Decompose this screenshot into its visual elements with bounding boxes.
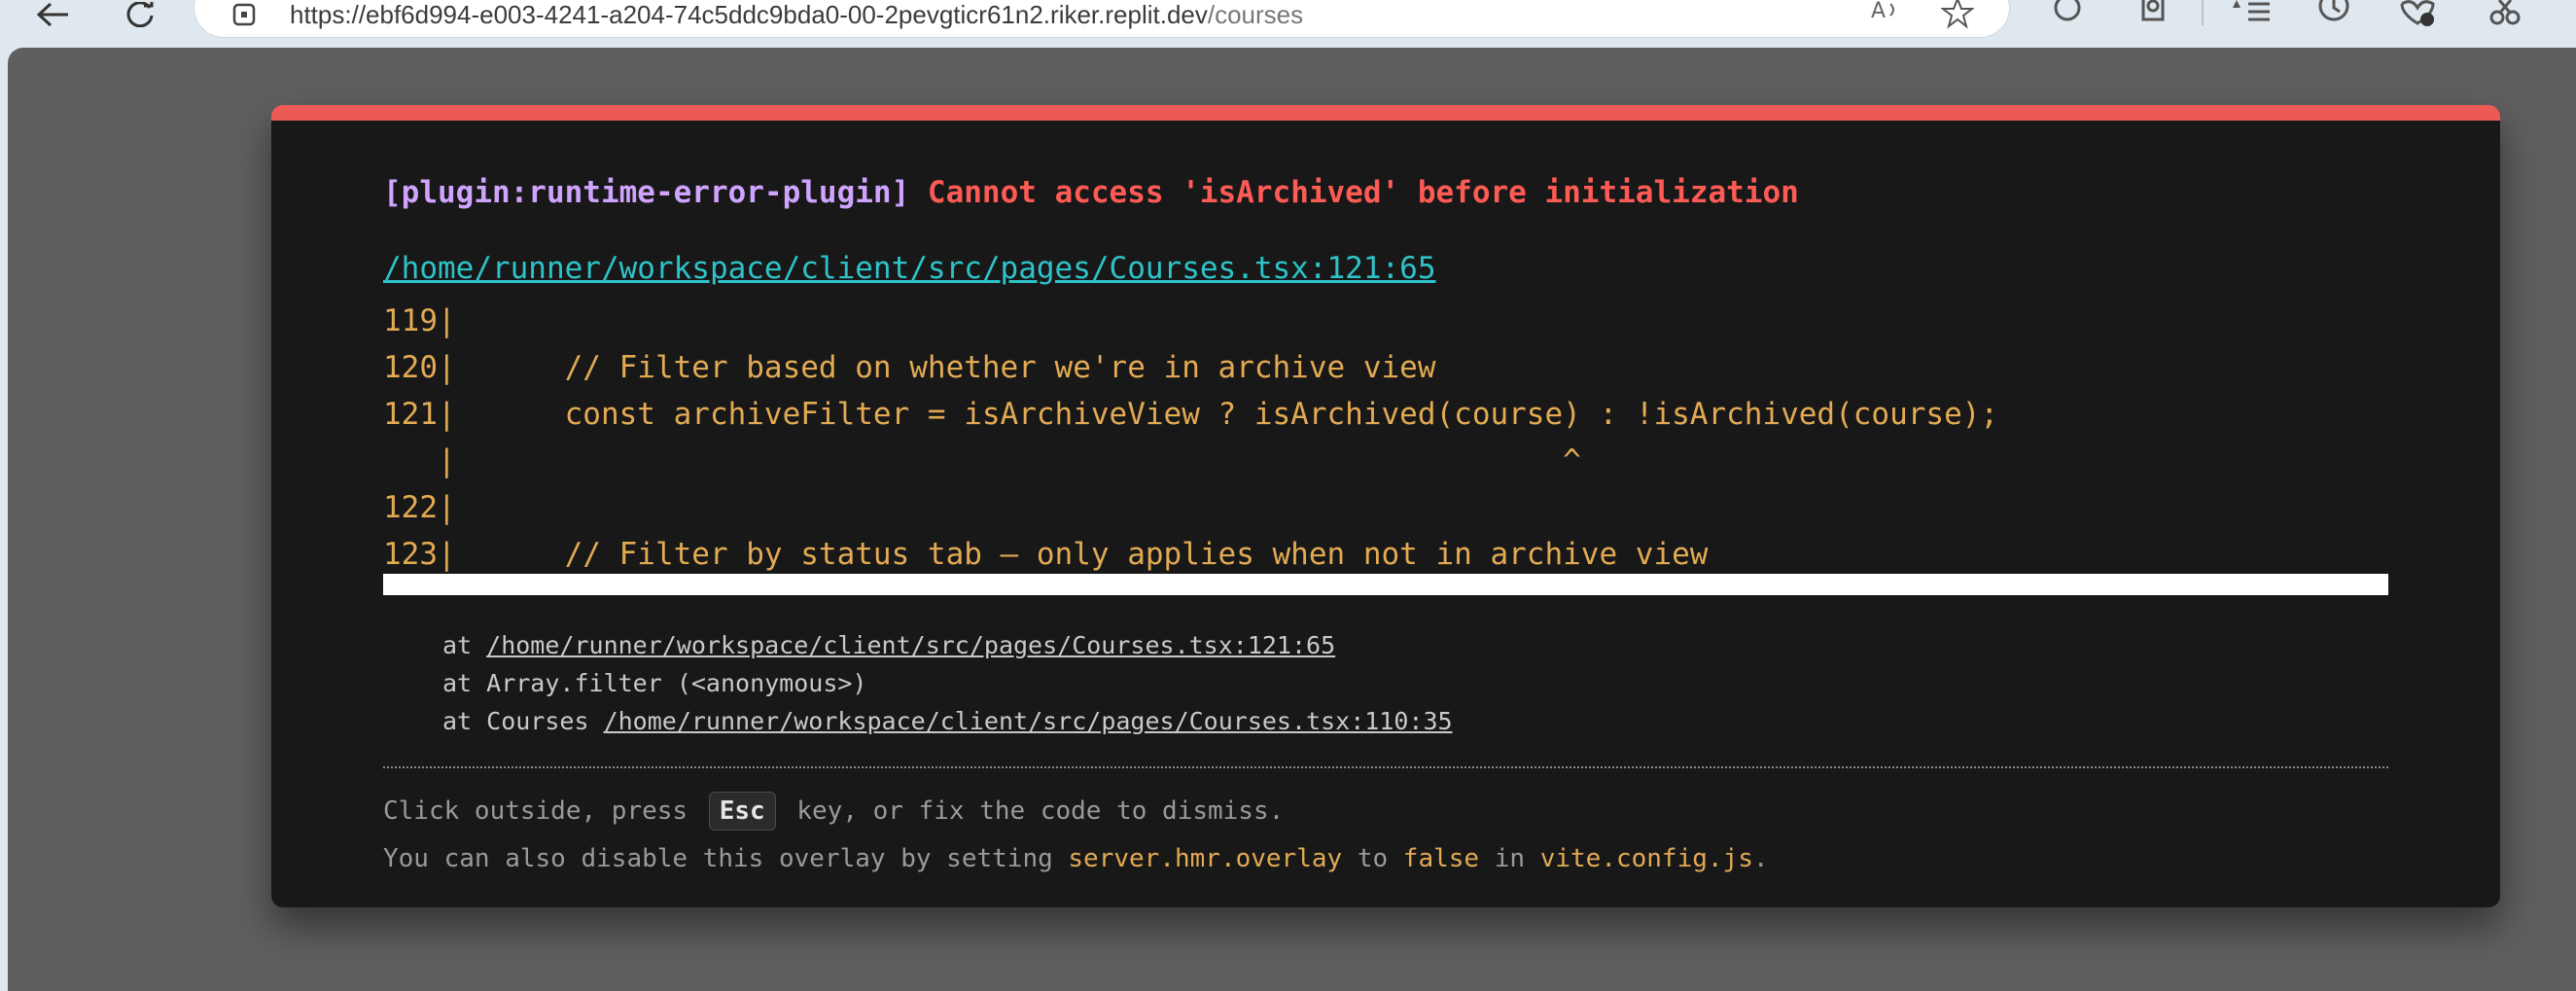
screenshot-icon[interactable]: [2486, 0, 2524, 29]
address-bar[interactable]: https://ebf6d994-e003-4241-a204-74c5ddc9…: [194, 0, 2009, 37]
stack-file-link[interactable]: /home/runner/workspace/client/src/pages/…: [486, 631, 1335, 659]
code-line: 123| // Filter by status tab – only appl…: [383, 537, 1709, 572]
tip-text: Click outside, press: [383, 796, 688, 826]
toolbar-separator: [2202, 0, 2204, 25]
tip-text: to: [1357, 844, 1389, 873]
favorites-list-icon[interactable]: [2233, 0, 2272, 29]
history-icon[interactable]: [2314, 0, 2353, 29]
error-overlay-window: [plugin:runtime-error-plugin] Cannot acc…: [271, 105, 2500, 907]
tip-text: .: [1752, 844, 1769, 873]
code-frame: 119| 120| // Filter based on whether we'…: [383, 298, 1998, 578]
error-message: [plugin:runtime-error-plugin] Cannot acc…: [383, 175, 1799, 210]
url-text[interactable]: https://ebf6d994-e003-4241-a204-74c5ddc9…: [290, 0, 1303, 30]
browser-essentials-icon[interactable]: [2398, 0, 2437, 29]
code-line: | ^: [383, 443, 1581, 478]
site-info-icon[interactable]: [231, 2, 257, 27]
stack-line: at Array.filter (<anonymous>): [442, 664, 1453, 702]
code-line: 120| // Filter based on whether we're in…: [383, 350, 1436, 385]
browser-toolbar: https://ebf6d994-e003-4241-a204-74c5ddc9…: [0, 0, 2576, 47]
dismiss-tip: Click outside, press Esc key, or fix the…: [383, 792, 1284, 831]
svg-text:A: A: [1871, 0, 1886, 23]
stack-line: at /home/runner/workspace/client/src/pag…: [442, 626, 1453, 664]
stack-prefix: at: [442, 631, 487, 659]
stack-line: at Courses /home/runner/workspace/client…: [442, 702, 1453, 740]
config-file: vite.config.js: [1539, 844, 1753, 873]
tip-divider: [383, 766, 2388, 768]
code-frame-scrollbar[interactable]: [383, 574, 2388, 595]
favorite-star-icon[interactable]: [1941, 0, 1974, 29]
read-aloud-icon[interactable]: A: [1867, 0, 1900, 29]
back-arrow-icon[interactable]: [33, 0, 72, 29]
code-line: 121| const archiveFilter = isArchiveView…: [383, 397, 1999, 432]
stack-prefix: at Array.filter (<anonymous>): [442, 669, 867, 697]
url-base: https://ebf6d994-e003-4241-a204-74c5ddc9…: [290, 0, 1208, 29]
tip-text: key, or fix the code to dismiss.: [796, 796, 1285, 826]
error-text: Cannot access 'isArchived' before initia…: [927, 175, 1799, 210]
plugin-name: [plugin:runtime-error-plugin]: [383, 175, 910, 210]
stack-prefix: at Courses: [442, 707, 604, 735]
disable-overlay-tip: You can also disable this overlay by set…: [383, 844, 1769, 873]
refresh-icon[interactable]: [121, 0, 159, 29]
url-path: /courses: [1207, 0, 1304, 29]
error-file-link[interactable]: /home/runner/workspace/client/src/pages/…: [383, 251, 1436, 286]
grammarly-extension-icon[interactable]: [2048, 0, 2087, 29]
esc-key-badge: Esc: [708, 792, 776, 831]
tip-text: You can also disable this overlay by set…: [383, 844, 1053, 873]
stack-file-link[interactable]: /home/runner/workspace/client/src/pages/…: [604, 707, 1453, 735]
stack-trace: at /home/runner/workspace/client/src/pag…: [442, 626, 1453, 740]
config-key: server.hmr.overlay: [1068, 844, 1343, 873]
config-value: false: [1402, 844, 1480, 873]
code-line: 122|: [383, 490, 456, 525]
tip-text: in: [1494, 844, 1526, 873]
code-line: 119|: [383, 303, 456, 338]
extensions-puzzle-icon[interactable]: [2135, 0, 2174, 29]
